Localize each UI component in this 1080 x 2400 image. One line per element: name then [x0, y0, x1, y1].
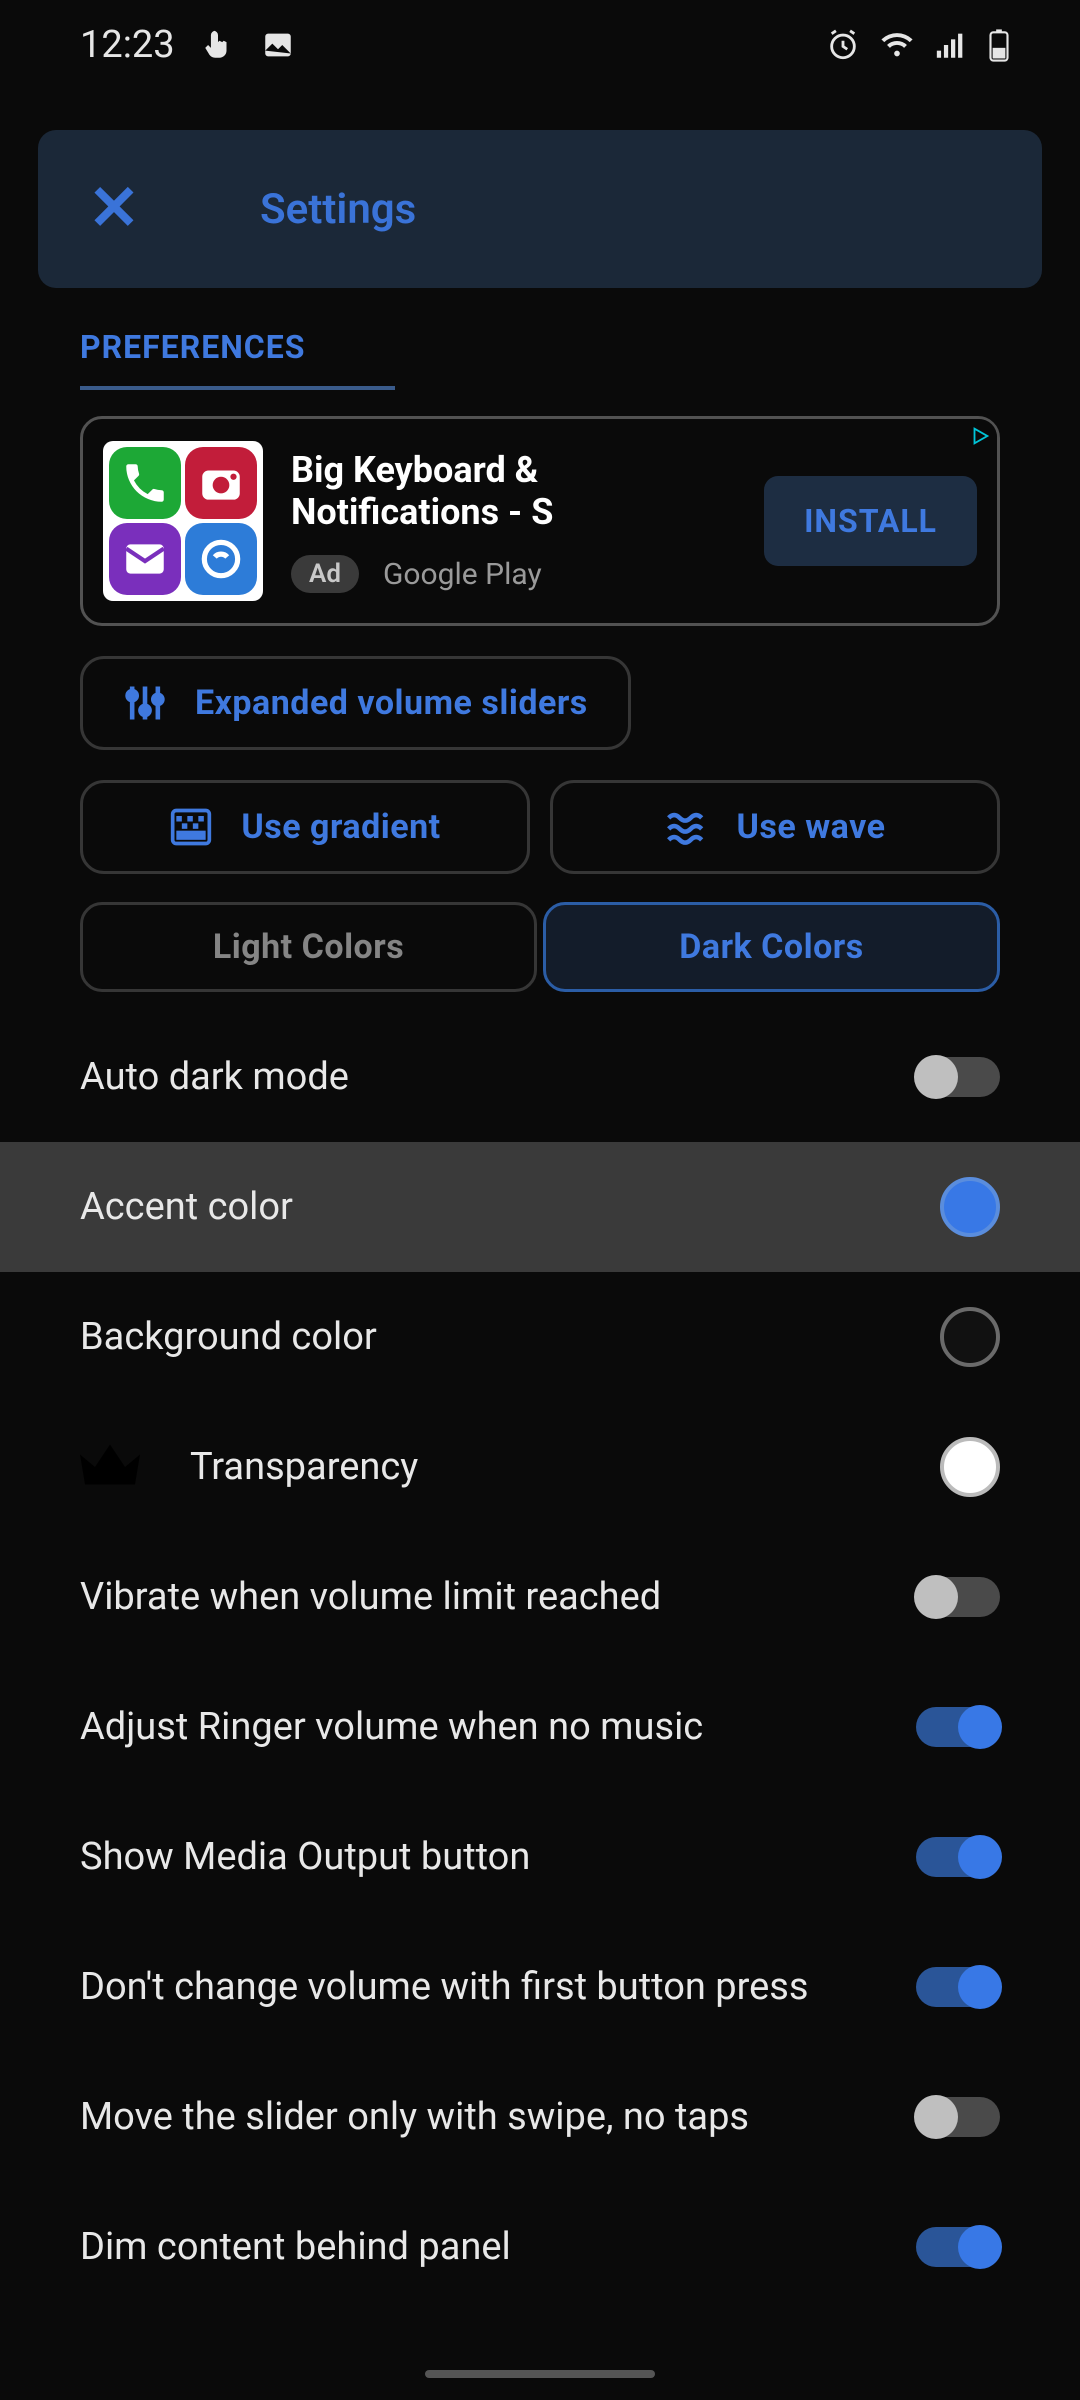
pref-swipe-only-label: Move the slider only with swipe, no taps	[80, 2095, 749, 2139]
accent-color-swatch[interactable]	[940, 1177, 1000, 1237]
ad-banner[interactable]: Big Keyboard & Notifications - S Ad Goog…	[80, 416, 1000, 626]
pref-show-media[interactable]: Show Media Output button	[0, 1792, 1080, 1922]
expanded-sliders-button[interactable]: Expanded volume sliders	[80, 656, 631, 750]
transparency-swatch[interactable]	[940, 1437, 1000, 1497]
pref-vibrate-limit[interactable]: Vibrate when volume limit reached	[0, 1532, 1080, 1662]
status-bar: 12:23	[0, 0, 1080, 90]
seg-light-colors[interactable]: Light Colors	[80, 902, 537, 992]
use-gradient-label: Use gradient	[241, 807, 440, 847]
use-wave-button[interactable]: Use wave	[550, 780, 1000, 874]
gradient-icon	[169, 805, 213, 849]
ad-source: Google Play	[383, 557, 542, 592]
touch-icon	[201, 28, 235, 62]
switch-show-media[interactable]	[916, 1837, 1000, 1877]
page-title: Settings	[260, 185, 416, 234]
seg-dark-colors[interactable]: Dark Colors	[543, 902, 1000, 992]
signal-icon	[934, 28, 968, 62]
use-wave-label: Use wave	[737, 807, 886, 847]
close-icon[interactable]: ✕	[88, 178, 140, 240]
image-icon	[261, 28, 295, 62]
switch-adjust-ringer[interactable]	[916, 1707, 1000, 1747]
ad-title: Big Keyboard & Notifications - S	[291, 449, 736, 533]
switch-swipe-only[interactable]	[916, 2097, 1000, 2137]
sliders-icon	[123, 681, 167, 725]
switch-auto-dark[interactable]	[916, 1057, 1000, 1097]
ad-badge: Ad	[291, 555, 359, 593]
install-button[interactable]: INSTALL	[764, 476, 977, 566]
wifi-icon	[880, 28, 914, 62]
pref-adjust-ringer[interactable]: Adjust Ringer volume when no music	[0, 1662, 1080, 1792]
switch-vibrate-limit[interactable]	[916, 1577, 1000, 1617]
pref-background-color[interactable]: Background color	[0, 1272, 1080, 1402]
use-gradient-button[interactable]: Use gradient	[80, 780, 530, 874]
pref-dim-content[interactable]: Dim content behind panel	[0, 2182, 1080, 2312]
alarm-icon	[826, 28, 860, 62]
battery-icon	[988, 28, 1010, 62]
pref-dim-content-label: Dim content behind panel	[80, 2225, 511, 2269]
clock: 12:23	[80, 23, 175, 67]
ad-app-icon	[103, 441, 263, 601]
switch-no-change-first[interactable]	[916, 1967, 1000, 2007]
pref-background-label: Background color	[80, 1315, 377, 1359]
pref-auto-dark[interactable]: Auto dark mode	[0, 1012, 1080, 1142]
pref-swipe-only[interactable]: Move the slider only with swipe, no taps	[0, 2052, 1080, 2182]
pref-adjust-ringer-label: Adjust Ringer volume when no music	[80, 1705, 703, 1749]
color-mode-segment: Light Colors Dark Colors	[80, 902, 1000, 992]
pref-show-media-label: Show Media Output button	[80, 1835, 530, 1879]
switch-dim-content[interactable]	[916, 2227, 1000, 2267]
header-card: ✕ Settings	[38, 130, 1042, 288]
pref-vibrate-label: Vibrate when volume limit reached	[80, 1575, 661, 1619]
nav-handle[interactable]	[425, 2370, 655, 2378]
tab-preferences[interactable]: PREFERENCES	[80, 328, 395, 390]
pref-transparency-label: Transparency	[190, 1445, 418, 1489]
pref-no-change-first[interactable]: Don't change volume with first button pr…	[0, 1922, 1080, 2052]
pref-accent-label: Accent color	[80, 1185, 293, 1229]
pref-transparency[interactable]: Transparency	[0, 1402, 1080, 1532]
ad-info-icon[interactable]	[963, 419, 997, 453]
background-color-swatch[interactable]	[940, 1307, 1000, 1367]
crown-icon	[80, 1444, 140, 1490]
wave-icon	[665, 805, 709, 849]
pref-accent-color[interactable]: Accent color	[0, 1142, 1080, 1272]
expanded-sliders-label: Expanded volume sliders	[195, 683, 588, 723]
pref-no-change-first-label: Don't change volume with first button pr…	[80, 1965, 809, 2009]
pref-auto-dark-label: Auto dark mode	[80, 1055, 349, 1099]
tabs: PREFERENCES	[80, 328, 1000, 390]
